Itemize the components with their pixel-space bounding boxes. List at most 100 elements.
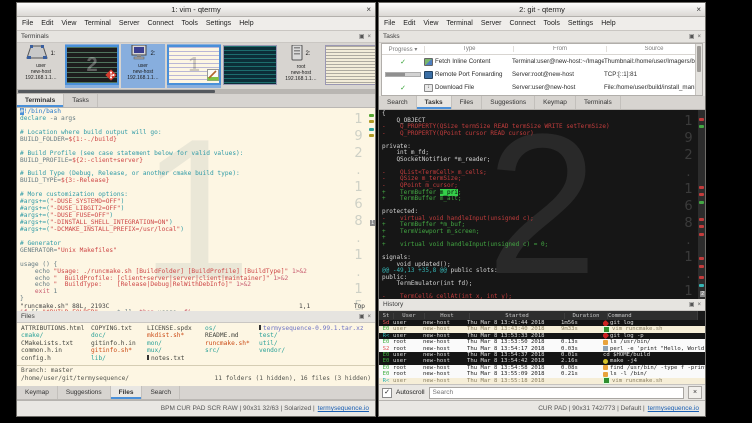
file-entry[interactable]: notes.txt: [147, 355, 205, 362]
tasks-header-type[interactable]: Type: [425, 46, 514, 52]
scrollbar-thumb[interactable]: [697, 46, 701, 72]
menu-view[interactable]: View: [61, 20, 76, 27]
dock-float-icon[interactable]: ▣: [689, 300, 695, 310]
task-row[interactable]: ✓↓Download FileServer:user@new-hostFile:…: [382, 81, 702, 94]
file-entry[interactable]: gitinfo.sh*: [91, 347, 147, 354]
dock-close-icon[interactable]: ×: [367, 32, 371, 42]
thumbnail-scrollbar[interactable]: [17, 89, 375, 94]
history-header-user[interactable]: User: [394, 313, 425, 319]
table-corner-icon[interactable]: [697, 311, 705, 320]
menu-tools[interactable]: Tools: [182, 20, 198, 27]
dock-float-icon[interactable]: ▣: [689, 32, 695, 42]
history-header-command[interactable]: Command: [608, 313, 705, 319]
dock-float-icon[interactable]: ▣: [359, 312, 365, 322]
dock-close-icon[interactable]: ×: [697, 32, 701, 42]
file-entry[interactable]: config.h: [21, 355, 91, 362]
terminal-thumbnail-3[interactable]: 2:usernew-host192.168.1.1…: [121, 44, 165, 88]
titlebar[interactable]: 2: git - qtermy ×: [379, 3, 705, 17]
menu-server[interactable]: Server: [119, 20, 140, 27]
task-row[interactable]: ✓Fetch Inline ContentTerminal:user@new-h…: [382, 55, 702, 68]
menu-edit[interactable]: Edit: [41, 20, 53, 27]
tasks-scrollbar[interactable]: [695, 44, 702, 95]
file-entry[interactable]: os/: [205, 325, 259, 332]
cwd-path[interactable]: /home/user/git/termysequence/: [21, 375, 129, 383]
menu-connect[interactable]: Connect: [147, 20, 173, 27]
dock-close-icon[interactable]: ×: [697, 300, 701, 310]
menu-terminal[interactable]: Terminal: [84, 20, 110, 27]
file-entry[interactable]: COPYING.txt: [91, 325, 147, 332]
vim-terminal[interactable]: 1 192.168.1.152 #!/bin/bashdeclare -a ar…: [17, 108, 375, 311]
menu-file[interactable]: File: [22, 20, 33, 27]
menu-view[interactable]: View: [423, 20, 438, 27]
file-entry[interactable]: README.md: [205, 332, 259, 339]
tasks-header-source[interactable]: Source: [607, 46, 702, 52]
file-entry[interactable]: ATTRIBUTIONS.html: [21, 325, 91, 332]
tasks-header-progress[interactable]: Progress ▾: [382, 46, 425, 53]
tab-search[interactable]: Search: [142, 386, 180, 399]
file-entry[interactable]: common.h.in: [21, 347, 91, 354]
tab-keymap[interactable]: Keymap: [17, 386, 58, 399]
terminal-thumbnail-6[interactable]: 2:rootnew-host192.168.1.1…: [279, 44, 323, 88]
file-entry[interactable]: doc/: [91, 332, 147, 339]
file-entry[interactable]: src/: [205, 347, 259, 354]
history-header-st[interactable]: St: [379, 313, 394, 319]
terminal-thumbnail-7[interactable]: [325, 44, 375, 88]
history-header-started[interactable]: Started: [470, 313, 565, 319]
git-terminal[interactable]: 2 192.168.1.152 { Q_OBJECT- Q_PROPERTY(Q…: [379, 110, 705, 299]
file-entry[interactable]: test/: [259, 332, 375, 339]
tab-tasks[interactable]: Tasks: [64, 94, 98, 107]
file-entry[interactable]: CMakeLists.txt: [21, 340, 91, 347]
tasks-header-from[interactable]: From: [514, 46, 607, 52]
file-entry[interactable]: runcmake.sh*: [205, 340, 259, 347]
file-entry[interactable]: cmake/: [21, 332, 91, 339]
terminal-thumbnail-4[interactable]: 1: [167, 44, 221, 88]
menu-settings[interactable]: Settings: [568, 20, 593, 27]
menu-edit[interactable]: Edit: [403, 20, 415, 27]
history-header-host[interactable]: Host: [425, 313, 470, 319]
tab-files[interactable]: Files: [111, 386, 143, 399]
file-entry[interactable]: mux/: [147, 347, 205, 354]
scrollbar-thumb[interactable]: [18, 90, 215, 93]
tab-terminals[interactable]: Terminals: [576, 96, 621, 109]
file-entry[interactable]: LICENSE.spdx: [147, 325, 205, 332]
menu-server[interactable]: Server: [481, 20, 502, 27]
file-entry[interactable]: util/: [259, 340, 375, 347]
terminal-thumbnail-2[interactable]: 2: [65, 44, 119, 88]
file-entry[interactable]: termysequence-0.99.1.tar.xz: [259, 325, 375, 332]
autoscroll-checkbox[interactable]: ✓: [382, 388, 392, 398]
close-icon[interactable]: ×: [696, 3, 701, 16]
history-search-input[interactable]: [429, 387, 684, 399]
menu-terminal[interactable]: Terminal: [446, 20, 472, 27]
menu-help[interactable]: Help: [239, 20, 253, 27]
file-entry[interactable]: lib/: [91, 355, 147, 362]
tab-terminals[interactable]: Terminals: [17, 94, 64, 107]
menu-connect[interactable]: Connect: [509, 20, 535, 27]
titlebar[interactable]: 1: vim - qtermy ×: [17, 3, 375, 17]
file-entry[interactable]: gitinfo.h.in: [91, 340, 147, 347]
terminal-thumbnail-1[interactable]: 1:usernew-host192.168.1.1…: [19, 44, 63, 88]
tab-files[interactable]: Files: [452, 96, 483, 109]
tab-suggestions[interactable]: Suggestions: [482, 96, 535, 109]
file-entry[interactable]: vendor/: [259, 347, 375, 354]
history-header-duration[interactable]: Duration: [565, 313, 608, 319]
tab-keymap[interactable]: Keymap: [535, 96, 576, 109]
close-icon[interactable]: ×: [366, 3, 371, 16]
menu-help[interactable]: Help: [601, 20, 615, 27]
dock-close-icon[interactable]: ×: [367, 312, 371, 322]
terminal-thumbnail-5[interactable]: [223, 44, 277, 88]
history-row[interactable]: R<usernew-hostThu Mar 8 13:55:18 2018vim…: [379, 378, 705, 384]
menu-tools[interactable]: Tools: [544, 20, 560, 27]
menu-file[interactable]: File: [384, 20, 395, 27]
file-entry[interactable]: mon/: [147, 340, 205, 347]
tab-suggestions[interactable]: Suggestions: [58, 386, 111, 399]
tab-tasks[interactable]: Tasks: [417, 96, 452, 109]
task-row[interactable]: Remote Port ForwardingServer:root@new-ho…: [382, 68, 702, 81]
menu-settings[interactable]: Settings: [206, 20, 231, 27]
termysequence-link[interactable]: termysequence.io: [318, 405, 369, 412]
dock-float-icon[interactable]: ▣: [359, 32, 365, 42]
termysequence-link[interactable]: termysequence.io: [648, 405, 699, 412]
file-entry[interactable]: mkdist.sh*: [147, 332, 205, 339]
code-segment: TermEmulator(int fd);: [382, 280, 472, 287]
tab-search[interactable]: Search: [379, 96, 417, 109]
clear-search-icon[interactable]: ×: [688, 386, 702, 399]
